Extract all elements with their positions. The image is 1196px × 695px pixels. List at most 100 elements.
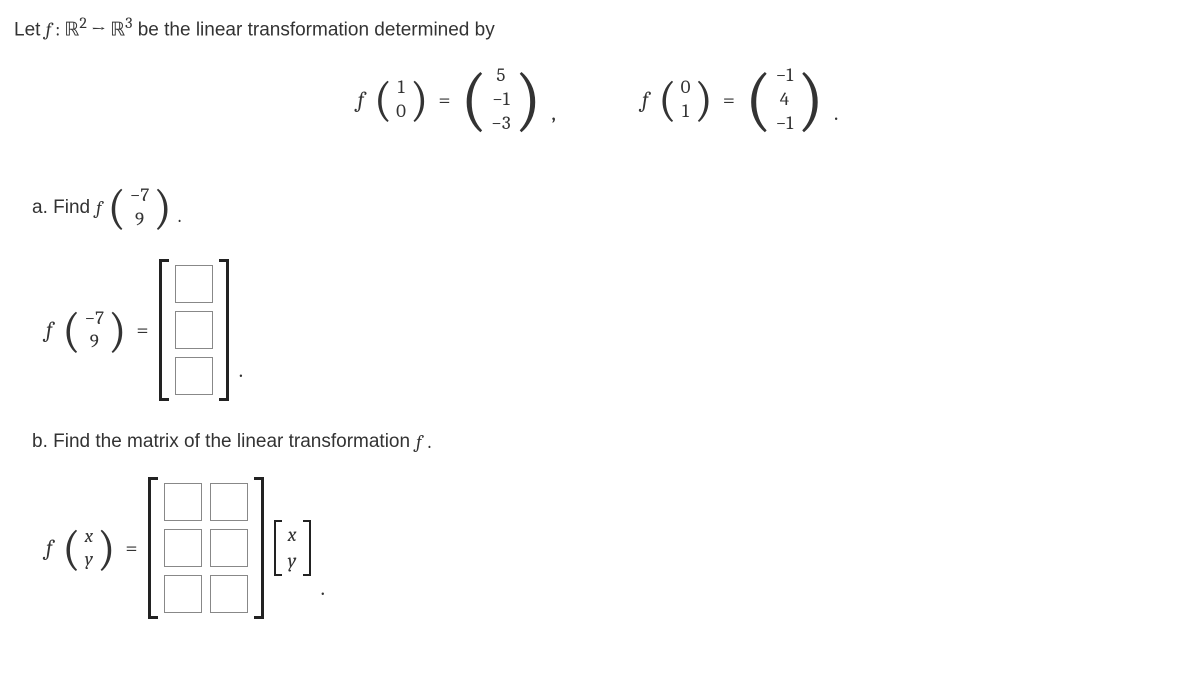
eq2-in-r2: 1 [682,100,689,124]
ansB-xy-col: x y [282,520,303,576]
part-b-prompt: b. Find the matrix of the linear transfo… [32,431,1186,453]
rparen: ) [694,72,712,127]
lbracket [159,259,169,401]
partA-label: a. Find [32,197,90,219]
ansB-period: . [321,575,326,619]
rparen: ) [515,59,542,140]
lparen: ( [108,180,126,235]
eq1-out-r2: −1 [492,88,509,112]
eq1-out-col: 5 −1 −3 [487,64,514,135]
ansB-input-12[interactable] [210,483,248,521]
ansB-input-22[interactable] [210,529,248,567]
partA-r1: −7 [130,184,149,208]
ansA-col: −7 9 [81,307,108,355]
eq2-out-col: −1 4 −1 [772,64,797,135]
partA-vector: ( −7 9 ) [108,180,172,235]
lparen: ( [745,59,772,140]
part-a-prompt: a. Find f ( −7 9 ) . [32,180,1186,235]
ansB-matrix [148,477,264,619]
ansB-input-11[interactable] [164,483,202,521]
ansB-input-21[interactable] [164,529,202,567]
intro-line: Let f : ℝ2 → ℝ3 be the linear transforma… [14,14,1186,41]
intro-R1: ℝ [64,18,79,40]
eq2-out-r1: −1 [776,64,793,88]
ansB-grid [158,477,254,619]
rparen: ) [797,59,824,140]
lparen: ( [374,72,392,127]
eq2-out-r3: −1 [776,112,793,136]
ansA-equals: = [136,317,148,343]
eq1-equals: = [438,87,450,113]
partA-f: f [96,197,101,219]
eq2-out-r2: 4 [780,88,789,112]
partA-col: −7 9 [126,184,153,232]
eq1-input-vector: ( 1 0 ) [374,72,429,127]
ansA-input-1[interactable] [175,265,213,303]
defining-equations: f ( 1 0 ) = ( 5 −1 −3 ) , f ( 0 1 [10,59,1186,140]
eq2-equals: = [723,87,735,113]
eq2-f: f [642,87,648,113]
rparen: ) [108,303,126,358]
ansB-input-31[interactable] [164,575,202,613]
eq1-in-r2: 0 [396,100,406,124]
ansB-y: y [288,548,297,574]
partB-period: . [427,431,431,453]
intro-R2: ℝ [110,18,125,40]
eq1-in-col: 1 0 [392,76,410,124]
lbracket [274,520,282,576]
answer-a-row: f ( −7 9 ) = . [46,259,1186,401]
eq2-in-col: 0 1 [677,76,695,124]
answer-b-row: f ( x y ) = x y . [46,477,1186,619]
rparen: ) [410,72,428,127]
ansB-r2: y [85,548,93,572]
ansB-input-32[interactable] [210,575,248,613]
ansA-r1: −7 [85,307,104,331]
ansA-vector: ( −7 9 ) [62,303,126,358]
ansA-result-vector [159,259,229,401]
partB-f: f [416,431,421,453]
partA-period: . [178,205,182,235]
ansB-equals: = [125,535,137,561]
intro-prefix: Let [14,19,46,40]
equation-2: f ( 0 1 ) = ( −1 4 −1 ) . [642,59,838,140]
intro-colon: : [51,18,64,40]
partA-r2: 9 [135,208,144,232]
ansB-vector: ( x y ) [62,521,115,576]
lparen: ( [62,521,80,576]
ansA-r2: 9 [90,330,99,354]
eq1-output-vector: ( 5 −1 −3 ) [461,59,542,140]
equation-1: f ( 1 0 ) = ( 5 −1 −3 ) , [358,59,556,140]
partB-text: b. Find the matrix of the linear transfo… [32,431,410,453]
rbracket [254,477,264,619]
eq1-out-r1: 5 [496,64,505,88]
ansB-r1: x [85,525,93,549]
rparen: ) [153,180,171,235]
eq1-f: f [358,87,364,113]
ansB-xy-vector: x y [274,520,311,576]
ansB-col: x y [81,525,97,573]
lparen: ( [461,59,488,140]
lparen: ( [658,72,676,127]
intro-exp2: 2 [79,14,86,32]
intro-arrow: → [87,18,110,40]
ansA-input-2[interactable] [175,311,213,349]
eq2-period: . [834,100,839,140]
eq1-in-r1: 1 [398,76,405,100]
ansB-f: f [46,535,52,561]
lbracket [148,477,158,619]
eq2-in-r1: 0 [681,76,691,100]
ansB-x: x [288,522,297,548]
eq2-input-vector: ( 0 1 ) [658,72,713,127]
ansA-f: f [46,317,52,343]
rparen: ) [97,521,115,576]
rbracket [219,259,229,401]
eq1-comma: , [551,100,556,140]
eq2-output-vector: ( −1 4 −1 ) [745,59,824,140]
lparen: ( [62,303,80,358]
rbracket [303,520,311,576]
eq1-out-r3: −3 [491,112,510,136]
ansA-grid [169,259,219,401]
intro-tail: be the linear transformation determined … [132,19,494,40]
ansA-period: . [239,357,244,401]
ansA-input-3[interactable] [175,357,213,395]
